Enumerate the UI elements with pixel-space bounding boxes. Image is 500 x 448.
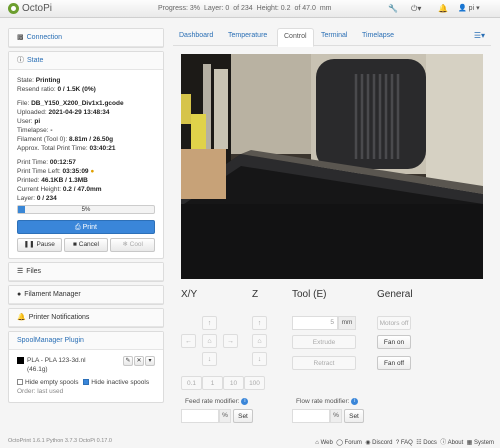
print-button[interactable]: ⎙ Print bbox=[17, 220, 155, 234]
footer-link-web[interactable]: ⌂ Web bbox=[315, 440, 333, 446]
webcam-stream bbox=[181, 54, 483, 279]
remove-spool-icon[interactable]: ✕ bbox=[134, 356, 144, 366]
hamburger-menu-icon[interactable]: ☰▾ bbox=[474, 31, 485, 40]
notifications-panel: 🔔 Printer Notifications bbox=[8, 308, 164, 328]
edit-spool-icon[interactable]: ✎ bbox=[123, 356, 133, 366]
footer-link-faq[interactable]: ? FAQ bbox=[396, 440, 413, 446]
connection-header[interactable]: ▩ Connection bbox=[9, 29, 163, 47]
app-title: OctoPi bbox=[22, 3, 53, 14]
spoolmanager-panel: SpoolManager Plugin PLA - PLA 123-3d.nl … bbox=[8, 331, 164, 403]
tab-timelapse[interactable]: Timelapse bbox=[362, 32, 394, 39]
jog-y-plus-button[interactable]: ↑ bbox=[202, 316, 217, 330]
general-heading: General bbox=[377, 289, 413, 300]
notifications-header[interactable]: 🔔 Printer Notifications bbox=[9, 309, 163, 327]
tab-temperature[interactable]: Temperature bbox=[228, 32, 267, 39]
state-panel: ⓘ State State: Printing Resend ratio: 0 /… bbox=[8, 51, 164, 259]
files-panel: ☰ Files bbox=[8, 262, 164, 282]
spool-dropdown-icon[interactable]: ▾ bbox=[145, 356, 155, 366]
xy-heading: X/Y bbox=[181, 289, 198, 300]
sidebar: ▩ Connection ⓘ State State: Printing Resen… bbox=[8, 28, 164, 406]
footer-link-docs[interactable]: ☷ Docs bbox=[416, 440, 437, 446]
hide-empty-checkbox[interactable]: Hide empty spools bbox=[17, 379, 78, 386]
octopi-logo-icon bbox=[8, 3, 19, 14]
cool-button[interactable]: ❄ Cool bbox=[110, 238, 156, 252]
spool-color-swatch bbox=[17, 356, 24, 364]
footer-link-discord[interactable]: ◉ Discord bbox=[365, 440, 392, 446]
tool-heading: Tool (E) bbox=[292, 289, 327, 300]
spool-name: PLA - PLA 123-3d.nl bbox=[27, 357, 86, 364]
tab-control[interactable]: Control bbox=[277, 28, 314, 47]
spool-weight: (46.1g) bbox=[27, 366, 48, 373]
footer-link-about[interactable]: ⓘ About bbox=[440, 440, 463, 446]
extrude-amount-input[interactable]: 5 bbox=[292, 316, 338, 330]
main-content: Dashboard Temperature Control Terminal T… bbox=[173, 28, 491, 436]
cancel-button[interactable]: ■ Cancel bbox=[63, 238, 109, 252]
feed-rate-input[interactable] bbox=[181, 409, 219, 423]
spool-body: PLA - PLA 123-3d.nl (46.1g) ✎ ✕ ▾ Hide e… bbox=[9, 350, 163, 402]
list-icon: ☰ bbox=[17, 268, 24, 275]
navbar-progress: Progress: 3% Layer: 0 of 234 Height: 0.2… bbox=[158, 5, 332, 12]
step-1-button[interactable]: 1 bbox=[202, 376, 223, 390]
pause-button[interactable]: ❚❚ Pause bbox=[17, 238, 62, 252]
motors-off-button[interactable]: Motors off bbox=[377, 316, 411, 330]
flow-rate-set-button[interactable]: Set bbox=[344, 409, 364, 423]
print-progress-bar: 5% bbox=[17, 205, 155, 214]
spoolmanager-header[interactable]: SpoolManager Plugin bbox=[9, 332, 163, 350]
filament-icon: ● bbox=[17, 291, 22, 298]
footer: OctoPrint 1.6.1 Python 3.7.3 OctoPi 0.17… bbox=[0, 436, 500, 448]
info-icon[interactable]: i bbox=[241, 398, 249, 405]
webcam-image bbox=[181, 54, 483, 279]
files-header[interactable]: ☰ Files bbox=[9, 263, 163, 281]
hide-inactive-checkbox[interactable]: Hide inactive spools bbox=[83, 379, 149, 386]
filament-manager-header[interactable]: ● Filament Manager bbox=[9, 286, 163, 304]
checkbox-checked-icon bbox=[83, 379, 90, 386]
extrude-unit: mm bbox=[338, 316, 356, 330]
home-xy-button[interactable]: ⌂ bbox=[202, 334, 217, 348]
feed-rate-set-button[interactable]: Set bbox=[233, 409, 253, 423]
navbar: OctoPi Progress: 3% Layer: 0 of 234 Heig… bbox=[0, 0, 500, 18]
retract-button[interactable]: Retract bbox=[292, 356, 356, 370]
jog-y-minus-button[interactable]: ↓ bbox=[202, 352, 217, 366]
info-icon[interactable]: i bbox=[351, 398, 359, 405]
feed-rate-percent: % bbox=[219, 409, 231, 423]
connection-panel: ▩ Connection bbox=[8, 28, 164, 48]
step-100-button[interactable]: 100 bbox=[244, 376, 265, 390]
step-10-button[interactable]: 10 bbox=[223, 376, 244, 390]
info-icon: ⓘ bbox=[17, 57, 24, 64]
footer-link-forum[interactable]: ◯ Forum bbox=[336, 440, 362, 446]
tab-terminal[interactable]: Terminal bbox=[321, 32, 347, 39]
jog-x-plus-button[interactable]: → bbox=[223, 334, 238, 348]
version-info: OctoPrint 1.6.1 Python 3.7.3 OctoPi 0.17… bbox=[8, 438, 112, 444]
tab-bar: Dashboard Temperature Control Terminal T… bbox=[173, 28, 491, 47]
checkbox-icon bbox=[17, 379, 23, 386]
bell-icon[interactable]: 🔔 bbox=[438, 4, 448, 13]
jog-z-minus-button[interactable]: ↓ bbox=[252, 352, 267, 366]
power-icon[interactable]: ⏻▾ bbox=[411, 4, 421, 14]
signal-icon: ▩ bbox=[17, 34, 24, 41]
filament-manager-panel: ● Filament Manager bbox=[8, 285, 164, 305]
footer-link-system[interactable]: ▦ System bbox=[467, 440, 494, 446]
fan-off-button[interactable]: Fan off bbox=[377, 356, 411, 370]
flow-rate-percent: % bbox=[330, 409, 342, 423]
footer-links: ⌂ Web ◯ Forum ◉ Discord ? FAQ ☷ Docs ⓘ A… bbox=[315, 437, 494, 446]
state-body: State: Printing Resend ratio: 0 / 1.5K (… bbox=[9, 70, 163, 258]
brand[interactable]: OctoPi bbox=[8, 3, 52, 14]
jog-z-plus-button[interactable]: ↑ bbox=[252, 316, 267, 330]
estimate-star-icon: ● bbox=[90, 168, 95, 175]
home-z-button[interactable]: ⌂ bbox=[252, 334, 267, 348]
wrench-icon[interactable]: 🔧 bbox=[388, 4, 398, 13]
flow-rate-label: Flow rate modifier: i bbox=[296, 398, 359, 405]
feed-rate-label: Feed rate modifier: i bbox=[185, 398, 249, 405]
user-menu[interactable]: 👤 pi ▾ bbox=[458, 4, 480, 12]
z-heading: Z bbox=[252, 289, 259, 300]
fan-on-button[interactable]: Fan on bbox=[377, 335, 411, 349]
step-0-1-button[interactable]: 0.1 bbox=[181, 376, 202, 390]
bell-icon: 🔔 bbox=[17, 314, 26, 321]
jog-x-minus-button[interactable]: ← bbox=[181, 334, 196, 348]
spool-order: Order: last used bbox=[17, 388, 64, 395]
tab-dashboard[interactable]: Dashboard bbox=[179, 32, 213, 39]
state-header[interactable]: ⓘ State bbox=[9, 52, 163, 70]
flow-rate-input[interactable] bbox=[292, 409, 330, 423]
extrude-button[interactable]: Extrude bbox=[292, 335, 356, 349]
